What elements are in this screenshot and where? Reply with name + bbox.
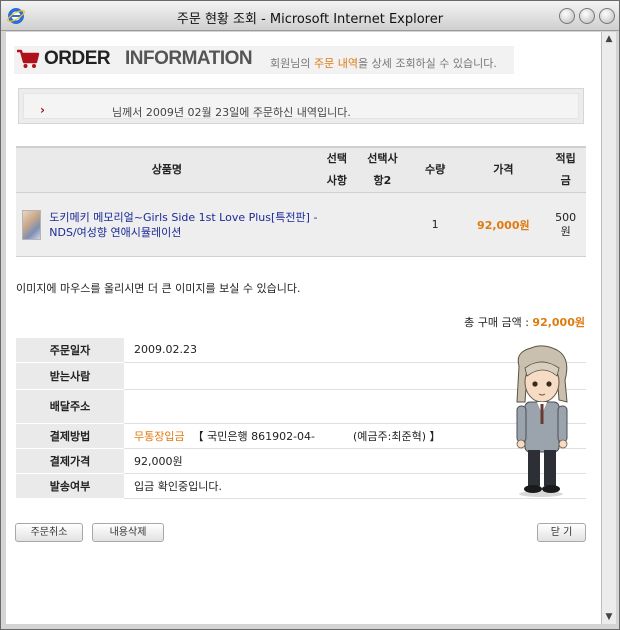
character-illustration <box>516 345 568 497</box>
points-cell: 500 원 <box>545 192 586 257</box>
product-table-header: 상품명 선택 사항 선택사 항2 수량 가격 적립 금 <box>16 146 586 193</box>
product-table: 상품명 선택 사항 선택사 항2 수량 가격 적립 금 도키메키 메모리얼~Girls… <box>16 146 586 257</box>
total-value: 92,000원 <box>532 316 585 329</box>
recipient-label: 받는사람 <box>16 362 124 390</box>
vertical-scrollbar[interactable]: ▲ ▼ <box>601 32 616 624</box>
close-button[interactable]: 닫 기 <box>537 523 586 542</box>
option1-cell <box>317 192 357 257</box>
maximize-button[interactable] <box>579 8 595 24</box>
subtitle-pre: 회원님의 <box>270 57 314 70</box>
table-row: 도키메키 메모리얼~Girls Side 1st Love Plus[특전판] … <box>16 192 586 257</box>
total-amount: 총 구매 금액 : 92,000원 <box>464 314 585 330</box>
title-bar: 주문 현황 조회 - Microsoft Internet Explorer <box>1 1 619 31</box>
holder-info: (예금주:최준혁) 】 <box>353 429 441 443</box>
cancel-order-button[interactable]: 주문취소 <box>15 523 83 542</box>
page-header: ORDER INFORMATION 회원님의 주문 내역을 상세 조회하실 수 … <box>14 46 514 74</box>
subtitle-post: 을 상세 조회하실 수 있습니다. <box>357 57 497 70</box>
payment-amount-label: 결제가격 <box>16 448 124 474</box>
payment-method-text: 무통장입금 <box>134 429 185 443</box>
col-price: 가격 <box>461 146 546 193</box>
option2-cell <box>356 192 409 257</box>
qty-cell: 1 <box>408 192 462 257</box>
address-label: 배달주소 <box>16 389 124 424</box>
page-content: ORDER INFORMATION 회원님의 주문 내역을 상세 조회하실 수 … <box>6 32 601 624</box>
order-date-label: 주문일자 <box>16 338 124 363</box>
subtitle-highlight: 주문 내역 <box>313 57 358 70</box>
scroll-down-icon[interactable]: ▼ <box>604 612 614 622</box>
col-option1: 선택 사항 <box>317 146 357 193</box>
bank-info: 【 국민은행 861902-04- <box>192 429 316 443</box>
product-name-link[interactable]: 도키메키 메모리얼~Girls Side 1st Love Plus[특전판] … <box>49 210 317 240</box>
minimize-button[interactable] <box>559 8 575 24</box>
arrow-icon: › <box>40 103 45 117</box>
window-title: 주문 현황 조회 - Microsoft Internet Explorer <box>176 12 444 27</box>
notice-inner: › 님께서 2009년 02월 23일에 주문하신 내역입니다. <box>23 93 579 119</box>
col-option2: 선택사 항2 <box>356 146 409 193</box>
browser-window: 주문 현황 조회 - Microsoft Internet Explorer O… <box>0 0 620 630</box>
shipping-status-label: 발송여부 <box>16 473 124 499</box>
payment-method-label: 결제방법 <box>16 423 124 449</box>
close-window-button[interactable] <box>599 8 615 24</box>
price-cell: 92,000원 <box>461 192 546 257</box>
notice-text: 님께서 2009년 02월 23일에 주문하신 내역입니다. <box>112 106 351 119</box>
order-notice-box: › 님께서 2009년 02월 23일에 주문하신 내역입니다. <box>18 88 584 124</box>
hover-note: 이미지에 마우스를 올리시면 더 큰 이미지를 보실 수 있습니다. <box>16 282 301 295</box>
total-label: 총 구매 금액 : <box>464 316 533 329</box>
col-points: 적립 금 <box>545 146 586 193</box>
cart-icon <box>17 49 40 68</box>
order-heading: ORDER <box>44 48 111 69</box>
col-qty: 수량 <box>408 146 462 193</box>
product-thumbnail[interactable] <box>22 209 42 240</box>
header-subtitle: 회원님의 주문 내역을 상세 조회하실 수 있습니다. <box>270 55 497 71</box>
scroll-up-icon[interactable]: ▲ <box>604 34 614 44</box>
product-cell: 도키메키 메모리얼~Girls Side 1st Love Plus[특전판] … <box>16 192 318 257</box>
delete-content-button[interactable]: 내용삭제 <box>92 523 164 542</box>
col-name: 상품명 <box>16 146 318 193</box>
information-heading: INFORMATION <box>125 48 253 69</box>
